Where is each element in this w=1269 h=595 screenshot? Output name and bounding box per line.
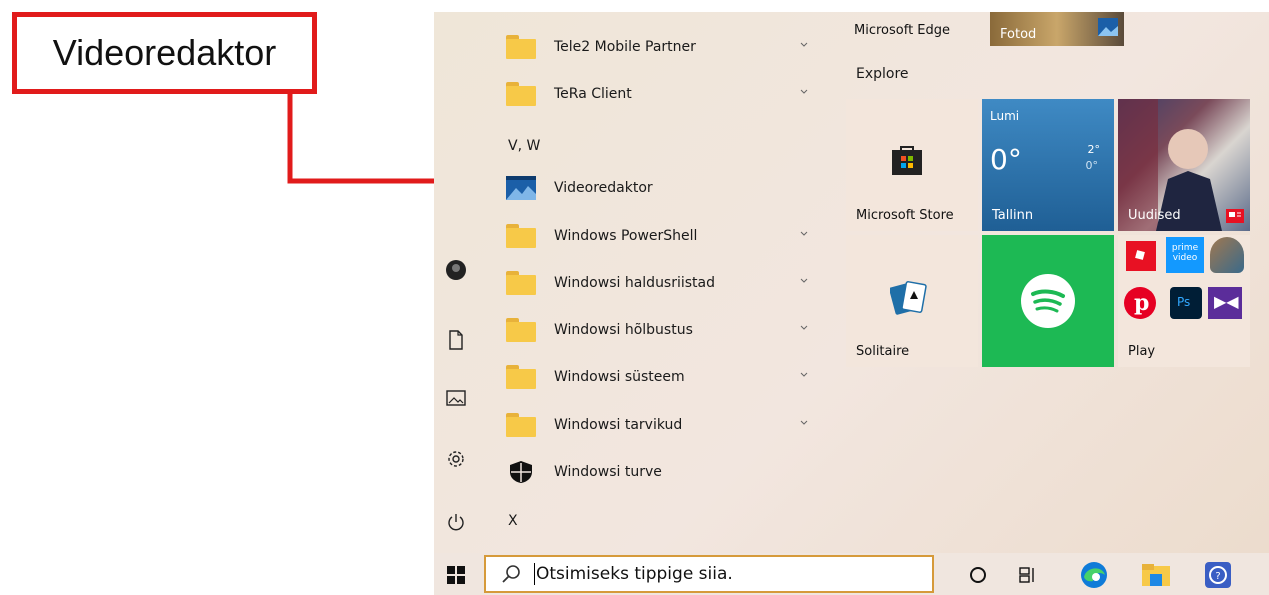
tile-label: Microsoft Store [856, 208, 954, 223]
weather-high: 2° [1087, 143, 1101, 156]
tile-label: Microsoft Edge [854, 23, 951, 38]
tile-label: Uudised [1128, 208, 1181, 223]
list-item-susteem[interactable]: Windowsi süsteem [492, 354, 822, 400]
photoshop-text: Ps [1177, 295, 1191, 309]
tile-news[interactable]: Uudised [1118, 99, 1250, 231]
help-app-icon[interactable]: ? [1204, 561, 1232, 589]
task-view-icon[interactable] [1014, 561, 1042, 589]
section-header-x[interactable]: X [508, 513, 518, 529]
folder-icon [506, 35, 536, 59]
chevron-down-icon[interactable] [800, 230, 808, 238]
tile-label: Play [1128, 344, 1156, 359]
cortana-icon[interactable] [964, 561, 992, 589]
pictures-icon[interactable] [444, 386, 468, 410]
callout-text: Videoredaktor [52, 32, 277, 73]
tile-microsoft-store[interactable]: Microsoft Store [846, 99, 978, 231]
app-label: Windowsi tarvikud [554, 417, 683, 433]
explore-header: Explore [856, 66, 909, 82]
start-menu: Tele2 Mobile Partner TeRa Client V, W Vi… [434, 12, 1269, 553]
chevron-down-icon[interactable] [800, 324, 808, 332]
folder-icon [506, 365, 536, 389]
news-icon [1226, 209, 1244, 223]
prime-video-icon: prime video [1166, 237, 1204, 273]
callout-box: Videoredaktor [12, 12, 317, 94]
app-label: Windows PowerShell [554, 228, 698, 244]
svg-text:?: ? [1215, 571, 1220, 582]
taskbar-search-box[interactable]: Otsimiseks tippige siia. [484, 555, 934, 593]
spotify-icon [1021, 274, 1075, 328]
folder-icon [506, 224, 536, 248]
search-icon [502, 565, 520, 583]
search-placeholder: Otsimiseks tippige siia. [536, 564, 733, 584]
shield-icon [510, 461, 532, 483]
file-explorer-icon[interactable] [1142, 561, 1170, 589]
pinterest-icon: p [1124, 287, 1156, 319]
tile-label: Solitaire [856, 344, 910, 359]
weather-low: 0° [1085, 159, 1099, 172]
tile-microsoft-edge[interactable]: Microsoft Edge [844, 12, 979, 48]
text-cursor [534, 563, 535, 585]
list-item-tarvikud[interactable]: Windowsi tarvikud [492, 402, 822, 448]
chevron-down-icon[interactable] [800, 371, 808, 379]
photoshop-icon: Ps [1170, 287, 1202, 319]
app-label: Tele2 Mobile Partner [554, 39, 696, 55]
start-rail [434, 12, 480, 553]
tile-photos[interactable]: Fotod [990, 12, 1124, 46]
video-editor-icon [506, 176, 536, 200]
app-label: Windowsi haldusriistad [554, 275, 716, 291]
prime-video-text: prime video [1171, 243, 1199, 263]
list-item-videoredaktor[interactable]: Videoredaktor [492, 165, 822, 211]
power-icon[interactable] [444, 510, 468, 534]
solitaire-cards-icon [890, 281, 927, 315]
dolby-icon: ▶◀ [1208, 287, 1242, 319]
list-item-tera[interactable]: TeRa Client [492, 71, 822, 117]
tile-spotify[interactable] [982, 235, 1114, 367]
folder-icon [506, 318, 536, 342]
windows-start-icon[interactable] [442, 561, 470, 589]
list-item-holbustus[interactable]: Windowsi hõlbustus [492, 307, 822, 353]
folder-icon [506, 413, 536, 437]
app-list: Tele2 Mobile Partner TeRa Client V, W Vi… [492, 12, 827, 553]
tile-weather[interactable]: Lumi 0° 2° 0° Tallinn [982, 99, 1114, 231]
tile-play-folder[interactable]: prime video p Ps ▶◀ Play [1118, 235, 1250, 367]
app-label: Windowsi süsteem [554, 369, 685, 385]
chevron-down-icon[interactable] [800, 277, 808, 285]
tile-label: Tallinn [992, 208, 1034, 223]
chevron-down-icon[interactable] [800, 41, 808, 49]
app-label: Windowsi turve [554, 464, 662, 480]
app-label: TeRa Client [554, 86, 632, 102]
chevron-down-icon[interactable] [800, 419, 808, 427]
photos-icon [1098, 18, 1118, 36]
tile-solitaire[interactable]: Solitaire [846, 235, 978, 367]
roblox-icon [1126, 241, 1156, 271]
taskbar: Otsimiseks tippige siia. ? [434, 553, 1269, 595]
list-item-haldusriistad[interactable]: Windowsi haldusriistad [492, 260, 822, 306]
user-avatar[interactable] [444, 258, 468, 282]
tiles-area: Microsoft Edge Fotod Explore Microsoft S… [844, 12, 1269, 553]
app-label: Videoredaktor [554, 180, 653, 196]
list-item-powershell[interactable]: Windows PowerShell [492, 213, 822, 259]
weather-temp: 0° [990, 143, 1022, 176]
settings-gear-icon[interactable] [444, 447, 468, 471]
list-item-tele2[interactable]: Tele2 Mobile Partner [492, 24, 822, 70]
folder-icon [506, 82, 536, 106]
tile-label: Fotod [1000, 27, 1037, 42]
app-label: Windowsi hõlbustus [554, 322, 693, 338]
documents-icon[interactable] [444, 328, 468, 352]
store-bag-icon [892, 146, 922, 175]
folder-icon [506, 271, 536, 295]
section-header-vw[interactable]: V, W [508, 138, 540, 154]
weather-condition: Lumi [990, 109, 1020, 123]
chevron-down-icon[interactable] [800, 88, 808, 96]
edge-browser-icon[interactable] [1080, 561, 1108, 589]
game-icon [1210, 237, 1244, 273]
list-item-turve[interactable]: Windowsi turve [492, 449, 822, 495]
